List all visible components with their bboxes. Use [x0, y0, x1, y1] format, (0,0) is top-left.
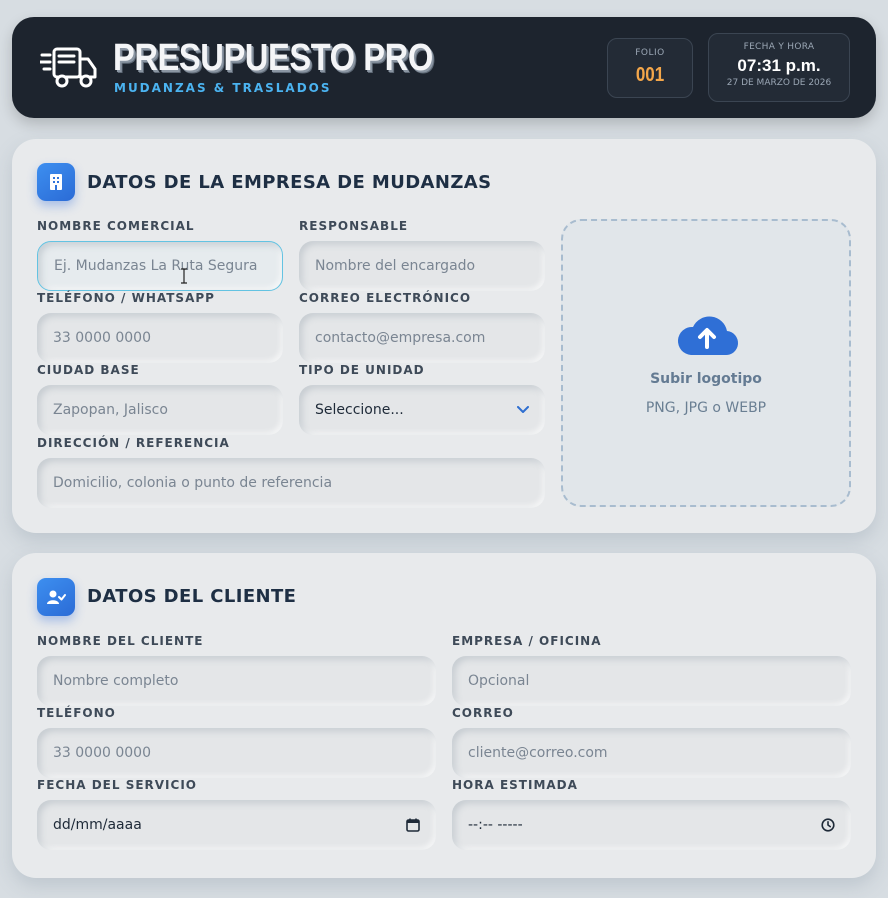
logo-upload-dropzone[interactable]: Subir logotipo PNG, JPG o WEBP [561, 219, 851, 507]
chevron-down-icon [517, 406, 529, 414]
input-placeholder: 33 0000 0000 [53, 330, 151, 346]
field-label: RESPONSABLE [299, 219, 409, 233]
input-placeholder: 33 0000 0000 [53, 745, 151, 761]
upload-formats: PNG, JPG o WEBP [645, 400, 767, 416]
current-time: 07:31 p.m. [737, 56, 821, 75]
client-section: DATOS DEL CLIENTE NOMBRE DEL CLIENTE Nom… [12, 553, 876, 878]
upload-title: Subir logotipo [650, 371, 762, 387]
calendar-icon[interactable] [406, 818, 420, 832]
brand-subtitle: MUDANZAS & TRASLADOS [114, 81, 332, 95]
field-label: DIRECCIÓN / REFERENCIA [37, 436, 230, 450]
field-label: TELÉFONO / WHATSAPP [37, 291, 215, 305]
time-value: --:-- ----- [468, 817, 523, 833]
field-label: TELÉFONO [37, 706, 116, 720]
manager-input[interactable]: Nombre del encargado [299, 241, 545, 291]
field-label: CIUDAD BASE [37, 363, 140, 377]
moving-truck-icon [40, 47, 97, 88]
datetime-label: FECHA Y HORA [743, 42, 815, 52]
client-email-input[interactable]: cliente@correo.com [452, 728, 851, 778]
building-icon [37, 163, 75, 201]
cloud-upload-icon [677, 316, 739, 356]
user-check-icon [37, 578, 75, 616]
datetime-badge: FECHA Y HORA 07:31 p.m. 27 DE MARZO DE 2… [708, 33, 850, 102]
input-placeholder: Nombre del encargado [315, 258, 476, 274]
company-name-input[interactable]: Ej. Mudanzas La Ruta Segura [37, 241, 283, 291]
folio-badge: FOLIO 001 [607, 38, 693, 98]
client-name-input[interactable]: Nombre completo [37, 656, 436, 706]
field-label: NOMBRE COMERCIAL [37, 219, 195, 233]
client-phone-input[interactable]: 33 0000 0000 [37, 728, 436, 778]
field-label: CORREO ELECTRÓNICO [299, 291, 472, 305]
section-title: DATOS DEL CLIENTE [87, 586, 297, 607]
phone-input[interactable]: 33 0000 0000 [37, 313, 283, 363]
field-label: TIPO DE UNIDAD [299, 363, 425, 377]
app-header: PRESUPUESTO PRO MUDANZAS & TRASLADOS FOL… [12, 17, 876, 118]
address-input[interactable]: Domicilio, colonia o punto de referencia [37, 458, 545, 508]
field-label: FECHA DEL SERVICIO [37, 778, 197, 792]
client-company-input[interactable]: Opcional [452, 656, 851, 706]
folio-label: FOLIO [635, 48, 665, 58]
date-value: dd/mm/aaaa [53, 817, 142, 833]
input-placeholder: Ej. Mudanzas La Ruta Segura [54, 258, 258, 274]
input-placeholder: Opcional [468, 673, 530, 689]
input-placeholder: cliente@correo.com [468, 745, 608, 761]
section-title: DATOS DE LA EMPRESA DE MUDANZAS [87, 172, 492, 193]
folio-number: 001 [635, 64, 665, 86]
input-placeholder: contacto@empresa.com [315, 330, 486, 346]
field-label: EMPRESA / OFICINA [452, 634, 602, 648]
unit-type-select[interactable]: Seleccione... [299, 385, 545, 435]
clock-icon[interactable] [821, 818, 835, 832]
field-label: NOMBRE DEL CLIENTE [37, 634, 204, 648]
city-input[interactable]: Zapopan, Jalisco [37, 385, 283, 435]
field-label: CORREO [452, 706, 514, 720]
email-input[interactable]: contacto@empresa.com [299, 313, 545, 363]
text-cursor-icon [181, 268, 187, 284]
input-placeholder: Zapopan, Jalisco [53, 402, 168, 418]
service-date-input[interactable]: dd/mm/aaaa [37, 800, 436, 850]
input-placeholder: Nombre completo [53, 673, 179, 689]
brand-title: PRESUPUESTO PRO [113, 37, 433, 79]
field-label: HORA ESTIMADA [452, 778, 578, 792]
select-value: Seleccione... [315, 402, 404, 418]
estimated-time-input[interactable]: --:-- ----- [452, 800, 851, 850]
company-section: DATOS DE LA EMPRESA DE MUDANZAS NOMBRE C… [12, 139, 876, 533]
current-date: 27 DE MARZO DE 2026 [726, 78, 832, 88]
input-placeholder: Domicilio, colonia o punto de referencia [53, 475, 333, 491]
